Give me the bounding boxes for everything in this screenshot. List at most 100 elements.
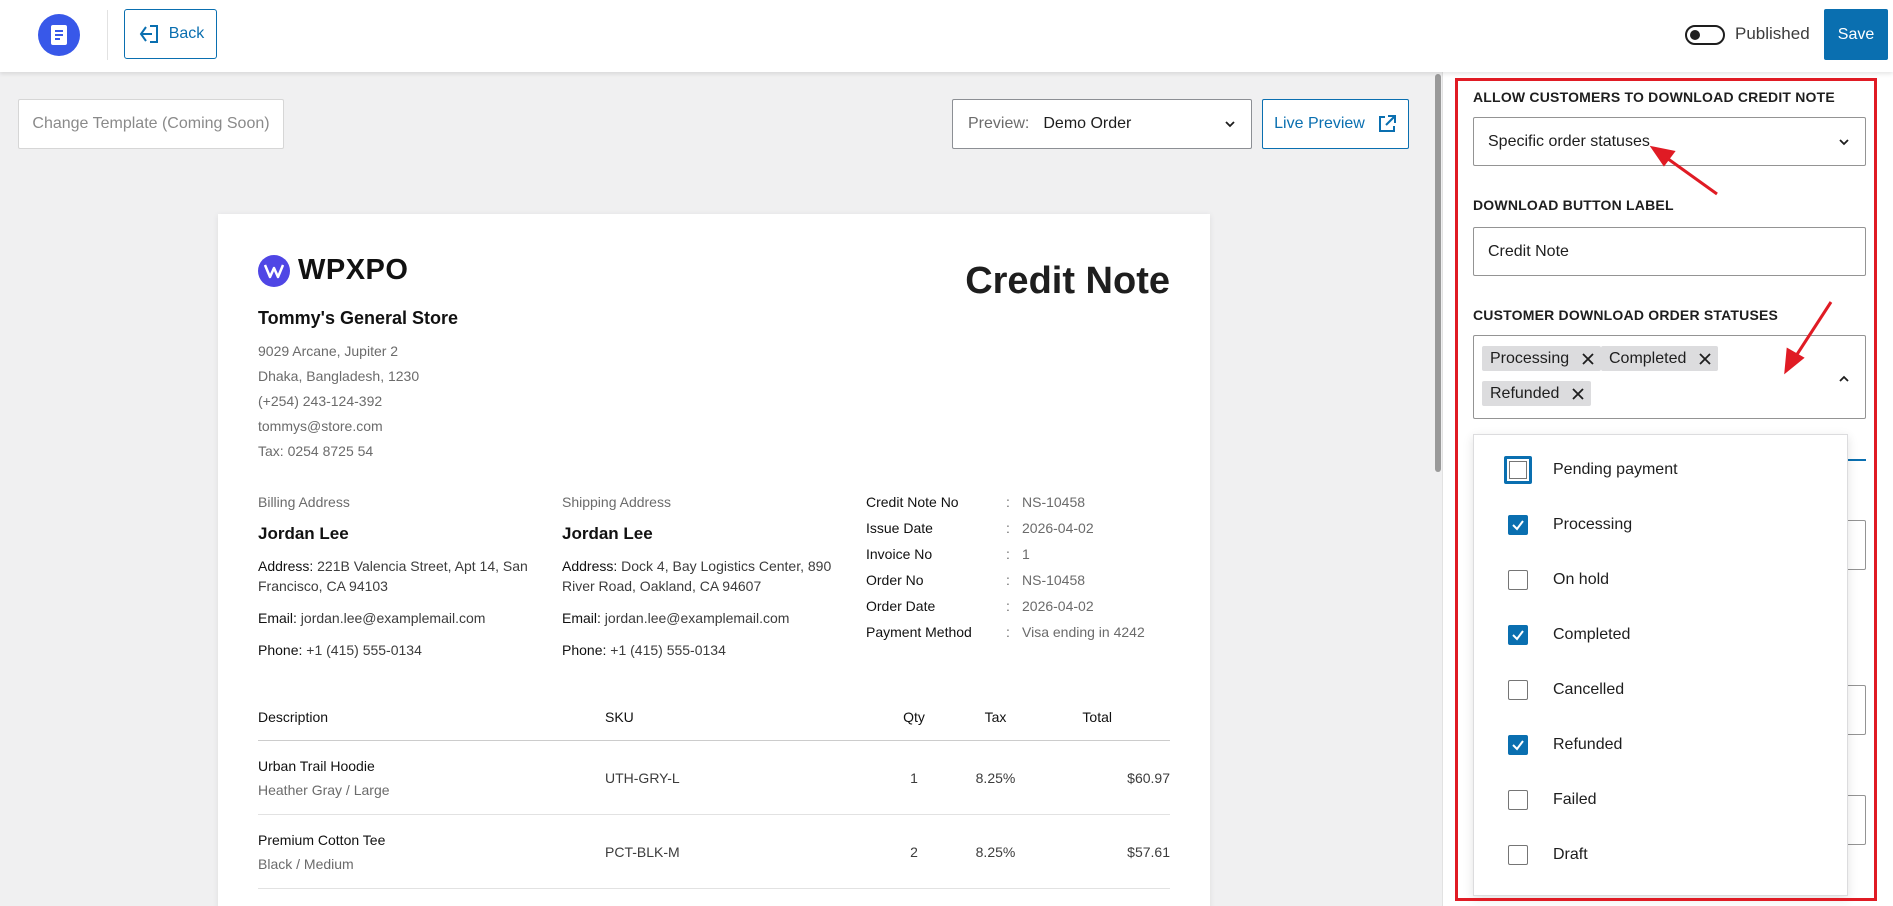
shipping-caption: Shipping Address [562,494,671,510]
option-label: Refunded [1553,736,1623,753]
billing-address-line: Address: 221B Valencia Street, Apt 14, S… [258,558,528,594]
option-label: Failed [1553,791,1597,808]
table-row: Premium Cotton Tee Black / Medium PCT-BLK… [258,815,1170,889]
back-button[interactable]: Back [124,9,217,59]
item-name: Urban Trail Hoodie [258,757,375,774]
item-sku: PCT-BLK-M [605,843,680,860]
meta-row: Credit Note No: NS-10458 [866,494,1086,510]
back-arrow-icon [139,25,158,43]
preview-value: Demo Order [1043,115,1132,132]
item-total: $60.97 [1127,769,1170,786]
external-link-icon [1378,115,1396,132]
option-refunded[interactable]: Refunded [1474,725,1849,765]
shipping-address: Shipping Address Jordan Lee Address: Doc… [562,494,852,660]
meta-row: Payment Method: Visa ending in 4242 [866,624,1145,640]
store-line: Tax: 0254 8725 54 [258,443,374,459]
column-header: Description [258,709,329,725]
checkbox[interactable] [1508,845,1528,865]
option-label: On hold [1553,571,1610,588]
check-icon [1512,740,1524,751]
billing-phone: Phone: +1 (415) 555-0134 [258,642,422,658]
allow-download-value: Specific order statuses [1488,132,1650,150]
item-name: Premium Cotton Tee [258,831,386,848]
divider [107,10,108,60]
table-row: Urban Trail Hoodie Heather Gray / Large U… [258,741,1170,815]
statuses-multiselect[interactable]: Processing Completed Refunded [1473,335,1866,419]
column-header: Qty [903,709,925,725]
billing-name: Jordan Lee [258,524,349,543]
status-options-dropdown: Pending payment Processing On hold Compl… [1473,434,1848,896]
document-title: Credit Note [965,260,1170,302]
scrollbar-thumb[interactable] [1435,74,1441,472]
meta-row: Order No: NS-10458 [866,572,1086,588]
option-on-hold[interactable]: On hold [1474,560,1849,600]
billing-address: Billing Address Jordan Lee Address: 221B… [258,494,548,660]
allow-download-select[interactable]: Specific order statuses [1473,117,1866,166]
option-failed[interactable]: Failed [1474,780,1849,820]
store-details: 9029 Arcane, Jupiter 2 Dhaka, Bangladesh… [258,339,419,464]
option-label: Cancelled [1553,681,1625,698]
allow-download-label: ALLOW CUSTOMERS TO DOWNLOAD CREDIT NOTE [1473,89,1835,105]
checkbox[interactable] [1508,790,1528,810]
preview-select[interactable]: Preview: Demo Order [952,99,1252,149]
item-sku: UTH-GRY-L [605,769,680,786]
item-qty: 1 [910,769,918,786]
shipping-email: Email: jordan.lee@examplemail.com [562,610,790,626]
status-tag: Processing [1482,346,1602,371]
option-draft[interactable]: Draft [1474,835,1849,875]
option-completed[interactable]: Completed [1474,615,1849,655]
published-toggle[interactable] [1685,25,1725,45]
document-meta: Credit Note No: NS-10458 Issue Date:2026-… [866,494,1145,650]
store-line: Dhaka, Bangladesh, 1230 [258,368,420,384]
option-label: Completed [1553,626,1631,643]
close-icon[interactable] [1581,352,1595,366]
status-tag: Completed [1601,346,1719,371]
button-label-value: Credit Note [1488,242,1569,260]
table-header: Description SKU Qty Tax Total [258,694,1170,741]
store-line: (+254) 243-124-392 [258,393,383,409]
billing-email: Email: jordan.lee@examplemail.com [258,610,486,626]
close-icon[interactable] [1698,352,1712,366]
option-cancelled[interactable]: Cancelled [1474,670,1849,710]
status-tag: Refunded [1482,381,1592,406]
top-bar: Back Published Save [0,0,1893,72]
item-total: $57.61 [1127,843,1170,860]
checkbox[interactable] [1508,735,1528,755]
option-label: Draft [1553,846,1588,863]
preview-canvas: Change Template (Coming Soon) Preview: D… [0,72,1433,906]
checkbox[interactable] [1508,570,1528,590]
live-preview-button[interactable]: Live Preview [1262,99,1409,149]
close-icon[interactable] [1571,387,1585,401]
option-label: Pending payment [1553,461,1678,478]
canvas-scrollbar[interactable] [1433,72,1442,906]
brand-logo: WPXPO [258,254,408,287]
brand-name: WPXPO [298,254,409,286]
checkbox[interactable] [1508,680,1528,700]
save-button[interactable]: Save [1824,9,1888,60]
checkbox[interactable] [1508,515,1528,535]
published-label: Published [1735,24,1810,43]
check-icon [1512,520,1524,531]
meta-row: Order Date:2026-04-02 [866,598,1094,614]
chevron-up-icon[interactable] [1837,372,1851,386]
live-preview-label: Live Preview [1274,115,1365,132]
wpxpo-logo-icon [258,254,290,287]
option-pending-payment[interactable]: Pending payment [1474,450,1849,490]
chevron-down-icon [1839,139,1849,146]
item-tax: 8.25% [975,769,1016,786]
change-template-button[interactable]: Change Template (Coming Soon) [18,99,284,149]
shipping-address-line: Address: Dock 4, Bay Logistics Center, 8… [562,558,832,594]
check-icon [1512,630,1524,641]
item-tax: 8.25% [975,843,1016,860]
column-header: Tax [984,709,1007,725]
checkbox[interactable] [1508,625,1528,645]
option-processing[interactable]: Processing [1474,505,1849,545]
shipping-phone: Phone: +1 (415) 555-0134 [562,642,726,658]
shipping-name: Jordan Lee [562,524,653,543]
chevron-down-icon [1225,121,1235,128]
button-label-input[interactable]: Credit Note [1473,227,1866,276]
store-name: Tommy's General Store [258,308,459,328]
checkbox[interactable] [1504,456,1532,484]
statuses-label: CUSTOMER DOWNLOAD ORDER STATUSES [1473,307,1779,323]
receipt-icon[interactable] [38,14,80,56]
